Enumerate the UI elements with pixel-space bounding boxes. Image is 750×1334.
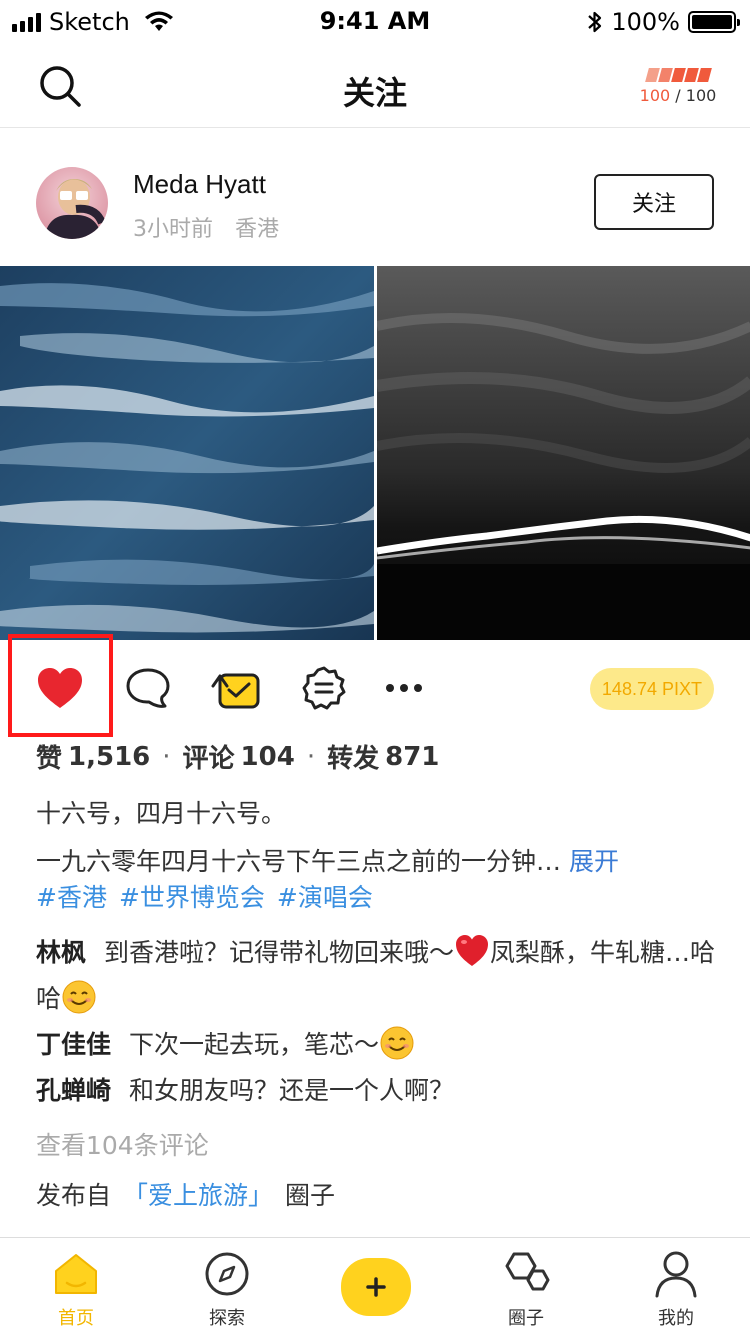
badge-icon — [302, 666, 346, 710]
comment-bubble-icon — [126, 668, 170, 708]
smiling-face-emoji-icon — [62, 980, 96, 1014]
post-meta: 3小时前 香港 — [133, 211, 279, 243]
tab-circles[interactable]: 圈子 — [476, 1248, 576, 1332]
caption-line-2-text: 一九六零年四月十六号下午三点之前的一分钟… — [36, 847, 562, 876]
post-header: Meda Hyatt 3小时前 香港 关注 — [0, 129, 750, 264]
heart-icon — [38, 668, 82, 708]
comment-item[interactable]: 孔蝉崎 和女朋友吗？还是一个人啊？ — [36, 1068, 726, 1114]
tab-label: 圈子 — [508, 1308, 544, 1329]
search-icon[interactable] — [36, 62, 84, 110]
username[interactable]: Meda Hyatt — [133, 169, 266, 200]
post-location: 香港 — [235, 217, 280, 242]
pixt-reward-badge[interactable]: 148.74 PIXT — [589, 668, 714, 710]
comment-author[interactable]: 孔蝉崎 — [36, 1076, 111, 1105]
comment-author[interactable]: 丁佳佳 — [36, 1030, 111, 1059]
repost-button[interactable] — [210, 664, 262, 712]
post-images — [0, 266, 750, 640]
comment-author[interactable]: 林枫 — [36, 938, 86, 967]
nav-bar: 关注 100 / 100 — [0, 40, 750, 128]
post-tags: #香港 #世界博览会 #演唱会 — [36, 878, 373, 914]
comment-text: 到香港啦？记得带礼物回来哦～ — [104, 938, 455, 967]
energy-max: 100 — [685, 86, 717, 105]
tag-link[interactable]: #世界博览会 — [119, 878, 265, 914]
post-image-blue-water[interactable] — [0, 266, 374, 640]
likes-count[interactable]: 1,516 — [68, 742, 150, 772]
post-time: 3小时前 — [133, 217, 213, 242]
tab-label: 我的 — [658, 1308, 694, 1329]
caption-line-1: 十六号，四月十六号。 — [36, 799, 287, 828]
tab-label: 首页 — [58, 1308, 94, 1329]
more-button[interactable] — [380, 664, 428, 712]
like-button[interactable] — [36, 664, 84, 712]
shares-count[interactable]: 871 — [385, 742, 439, 772]
status-right: 100% — [587, 8, 740, 36]
post-action-bar: 148.74 PIXT — [0, 634, 750, 737]
comment-text: 下次一起去玩，笔芯～ — [129, 1030, 380, 1059]
smiling-face-emoji-icon — [380, 1026, 414, 1060]
avatar[interactable] — [36, 167, 108, 239]
tab-label: 探索 — [209, 1308, 245, 1329]
circle-link[interactable]: 「爱上旅游」 — [123, 1181, 273, 1210]
view-all-comments-link[interactable]: 查看104条评论 — [36, 1126, 209, 1162]
publish-suffix: 圈子 — [285, 1181, 336, 1210]
energy-text: 100 / 100 — [638, 86, 718, 105]
comment-text: 和女朋友吗？还是一个人啊？ — [129, 1076, 455, 1105]
comment-button[interactable] — [124, 664, 172, 712]
comments-count[interactable]: 104 — [241, 742, 295, 772]
comment-item[interactable]: 林枫 到香港啦？记得带礼物回来哦～ 凤梨酥，牛轧糖…哈哈 — [36, 930, 726, 1022]
tag-link[interactable]: #香港 — [36, 878, 107, 914]
add-post-button[interactable] — [341, 1258, 411, 1316]
compass-icon — [201, 1248, 253, 1300]
tag-link[interactable]: #演唱会 — [277, 878, 373, 914]
likes-label: 赞 — [36, 744, 63, 774]
tab-bar: 首页 探索 圈子 我的 — [0, 1237, 750, 1334]
more-icon — [386, 684, 422, 692]
user-icon — [650, 1248, 702, 1300]
tab-me[interactable]: 我的 — [626, 1248, 726, 1332]
energy-current: 100 — [639, 86, 671, 105]
red-heart-emoji-icon — [456, 935, 489, 966]
comment-item[interactable]: 丁佳佳 下次一起去玩，笔芯～ — [36, 1022, 726, 1068]
comments-label: 评论 — [182, 744, 235, 774]
post-image-black-shore[interactable] — [376, 266, 750, 640]
status-bar: Sketch 9:41 AM 100% — [0, 0, 750, 40]
stats-separator: · — [306, 741, 316, 772]
home-icon — [50, 1248, 102, 1300]
bluetooth-icon — [588, 11, 602, 33]
follow-button[interactable]: 关注 — [594, 174, 714, 230]
shares-label: 转发 — [327, 744, 380, 774]
stats-separator: · — [162, 741, 171, 772]
energy-meter[interactable]: 100 / 100 — [638, 68, 718, 105]
comments-list: 林枫 到香港啦？记得带礼物回来哦～ 凤梨酥，牛轧糖…哈哈 丁佳佳 下次一起去玩，笔芯～… — [36, 930, 726, 1114]
tab-explore[interactable]: 探索 — [177, 1248, 277, 1332]
plus-icon — [366, 1277, 386, 1297]
publish-prefix: 发布自 — [36, 1181, 112, 1210]
expand-link[interactable]: 展开 — [569, 847, 619, 876]
battery-percent: 100% — [611, 8, 680, 36]
tab-home[interactable]: 首页 — [26, 1248, 126, 1332]
publish-source: 发布自 「爱上旅游」 圈子 — [36, 1176, 335, 1212]
energy-bars-icon — [638, 68, 718, 82]
post-stats: 赞 1,516 · 评论 104 · 转发 871 — [36, 738, 439, 775]
repost-icon — [211, 673, 260, 709]
battery-icon — [688, 11, 740, 33]
post-caption: 十六号，四月十六号。 一九六零年四月十六号下午三点之前的一分钟… 展开 — [36, 790, 726, 886]
reward-button[interactable] — [300, 664, 348, 712]
energy-separator: / — [670, 86, 686, 105]
hexagon-icon — [500, 1248, 552, 1300]
